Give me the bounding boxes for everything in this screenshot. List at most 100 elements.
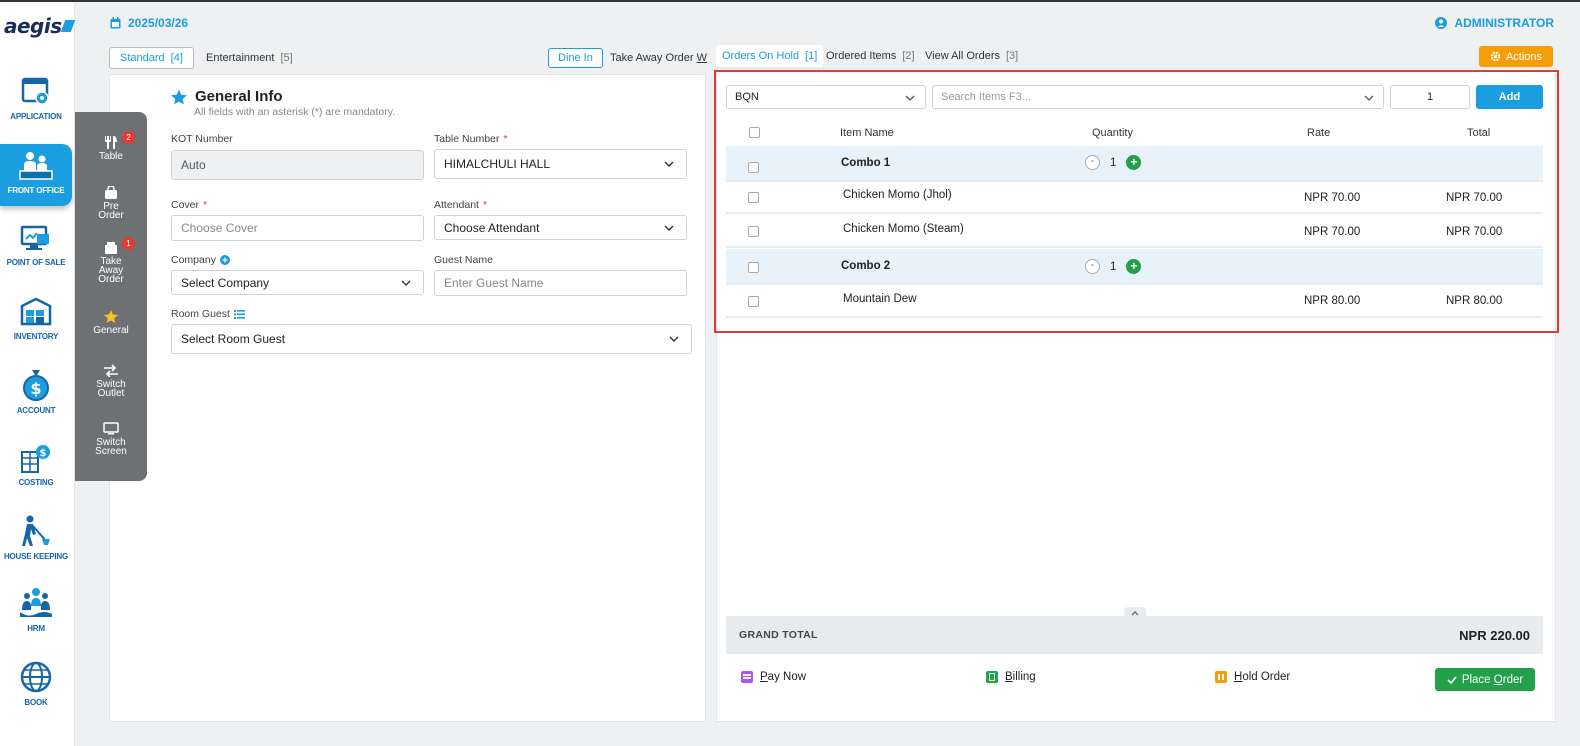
- outlet-value: BQN: [735, 91, 759, 103]
- side-menu-take-away-label-3: Order: [98, 274, 124, 285]
- nav-book[interactable]: BOOK: [0, 660, 72, 722]
- tab-ordered-items[interactable]: Ordered Items [2]: [826, 45, 915, 67]
- increase-quantity-button[interactable]: +: [1126, 155, 1142, 170]
- pay-now-button[interactable]: Pay Now: [741, 671, 806, 683]
- user-menu[interactable]: ADMINISTRATOR: [1435, 16, 1554, 30]
- row-checkbox[interactable]: [748, 262, 759, 273]
- table-row: Combo 2 - 1 +: [726, 249, 1543, 285]
- kot-number-field: Auto: [171, 150, 424, 180]
- add-item-button[interactable]: Add: [1476, 85, 1543, 109]
- decrease-quantity-button[interactable]: -: [1085, 155, 1100, 170]
- tab-ordered-items-label: Ordered Items: [826, 50, 897, 62]
- place-order-button[interactable]: Place Order: [1435, 668, 1535, 691]
- general-info-subtitle: All fields with an asterisk (*) are mand…: [194, 106, 396, 118]
- side-menu-general[interactable]: General: [75, 310, 147, 336]
- side-menu-table[interactable]: Table 2: [75, 131, 147, 162]
- kot-number-label: KOT Number: [171, 133, 233, 145]
- current-date: 2025/03/26: [110, 16, 188, 30]
- item-name: Chicken Momo (Steam): [843, 223, 964, 235]
- row-checkbox[interactable]: [748, 226, 759, 237]
- tab-standard[interactable]: Standard [4]: [109, 47, 194, 69]
- quantity-value: 1: [1110, 156, 1117, 169]
- nav-costing-label: COSTING: [18, 478, 54, 487]
- attendant-select[interactable]: Choose Attendant: [434, 215, 687, 240]
- outlet-select[interactable]: BQN: [726, 85, 926, 109]
- header-total: Total: [1467, 127, 1491, 139]
- table-row: Chicken Momo (Jhol) NPR 70.00 NPR 70.00: [726, 182, 1543, 214]
- search-items-input[interactable]: Search Items F3...: [932, 85, 1384, 109]
- tab-view-all-orders[interactable]: View All Orders [3]: [925, 45, 1018, 67]
- side-menu-pre-order[interactable]: Pre Order: [75, 186, 147, 221]
- calendar-icon: [110, 17, 121, 29]
- nav-application-label: APPLICATION: [10, 112, 62, 121]
- cover-input[interactable]: Choose Cover: [171, 215, 424, 241]
- company-label: Company: [171, 254, 230, 266]
- switch-arrows-icon: [104, 364, 118, 377]
- increase-quantity-button[interactable]: +: [1126, 259, 1142, 274]
- star-icon: [171, 89, 187, 104]
- hrm-icon: [20, 588, 52, 617]
- item-total: NPR 70.00: [1446, 192, 1503, 204]
- company-select[interactable]: Select Company: [171, 270, 424, 295]
- tab-orders-on-hold[interactable]: Orders On Hold [1]: [716, 45, 824, 67]
- date-text: 2025/03/26: [128, 16, 189, 30]
- chevron-down-icon: [905, 95, 915, 101]
- quantity-input[interactable]: 1: [1390, 85, 1470, 109]
- takeaway-box-icon: [105, 242, 117, 254]
- nav-front-office[interactable]: FRONT OFFICE: [0, 144, 72, 206]
- cover-label: Cover *: [171, 199, 208, 211]
- user-icon: [1435, 17, 1448, 29]
- table-count-badge: 2: [122, 131, 135, 144]
- nav-hrm[interactable]: HRM: [0, 586, 72, 648]
- take-away-order-button[interactable]: Take Away Order W: [610, 48, 707, 68]
- nav-account[interactable]: $ ACCOUNT: [0, 368, 72, 430]
- item-name: Chicken Momo (Jhol): [843, 189, 952, 201]
- row-checkbox[interactable]: [748, 296, 759, 307]
- nav-application[interactable]: APPLICATION: [0, 76, 72, 138]
- tab-entertainment-count: [5]: [280, 52, 293, 64]
- item-rate: NPR 70.00: [1304, 226, 1361, 238]
- billing-button[interactable]: Billing: [986, 671, 1036, 683]
- svg-text:$: $: [40, 448, 47, 459]
- side-menu-take-away[interactable]: Take Away Order 1: [75, 237, 147, 285]
- front-office-icon: [19, 152, 53, 180]
- dine-in-button[interactable]: Dine In: [548, 48, 603, 68]
- receipt-icon: [986, 671, 998, 683]
- actions-label: Actions: [1505, 50, 1543, 63]
- table-row: Mountain Dew NPR 80.00 NPR 80.00: [726, 285, 1543, 318]
- attendant-value: Choose Attendant: [444, 220, 540, 235]
- row-checkbox[interactable]: [748, 162, 759, 173]
- grand-total-bar: GRAND TOTAL NPR 220.00: [726, 616, 1543, 654]
- monitor-icon: [103, 422, 119, 435]
- item-rate: NPR 70.00: [1304, 192, 1361, 204]
- select-all-checkbox[interactable]: [749, 127, 760, 138]
- side-menu-table-label: Table: [99, 151, 123, 162]
- star-icon: [104, 310, 118, 323]
- nav-inventory[interactable]: INVENTORY: [0, 296, 72, 358]
- room-guest-select[interactable]: Select Room Guest: [171, 324, 692, 354]
- item-name: Combo 2: [841, 260, 891, 272]
- tab-orders-on-hold-count: [1]: [805, 50, 818, 62]
- list-icon[interactable]: [233, 309, 245, 319]
- nav-point-of-sale[interactable]: POINT OF SALE: [0, 224, 72, 286]
- guest-name-input[interactable]: Enter Guest Name: [434, 270, 687, 296]
- user-name: ADMINISTRATOR: [1454, 16, 1554, 30]
- item-rate: NPR 80.00: [1304, 295, 1361, 307]
- decrease-quantity-button[interactable]: -: [1085, 259, 1100, 274]
- table-number-select[interactable]: HIMALCHULI HALL: [434, 149, 687, 179]
- take-away-shortcut: W: [696, 52, 708, 64]
- side-menu-switch-screen[interactable]: Switch Screen: [75, 422, 147, 457]
- book-icon: [20, 661, 52, 693]
- hold-order-button[interactable]: Hold Order: [1215, 671, 1290, 683]
- tab-entertainment[interactable]: Entertainment [5]: [206, 47, 293, 69]
- search-items-placeholder: Search Items F3...: [941, 91, 1031, 103]
- actions-button[interactable]: Actions: [1479, 46, 1553, 67]
- nav-house-keeping[interactable]: HOUSE KEEPING: [0, 514, 72, 576]
- row-checkbox[interactable]: [748, 192, 759, 203]
- side-menu-switch-outlet[interactable]: Switch Outlet: [75, 364, 147, 399]
- nav-costing[interactable]: $ COSTING: [0, 442, 72, 504]
- item-total: NPR 80.00: [1446, 295, 1503, 307]
- point-of-sale-icon: [20, 225, 49, 250]
- nav-point-of-sale-label: POINT OF SALE: [6, 258, 66, 267]
- add-company-icon[interactable]: [219, 255, 230, 265]
